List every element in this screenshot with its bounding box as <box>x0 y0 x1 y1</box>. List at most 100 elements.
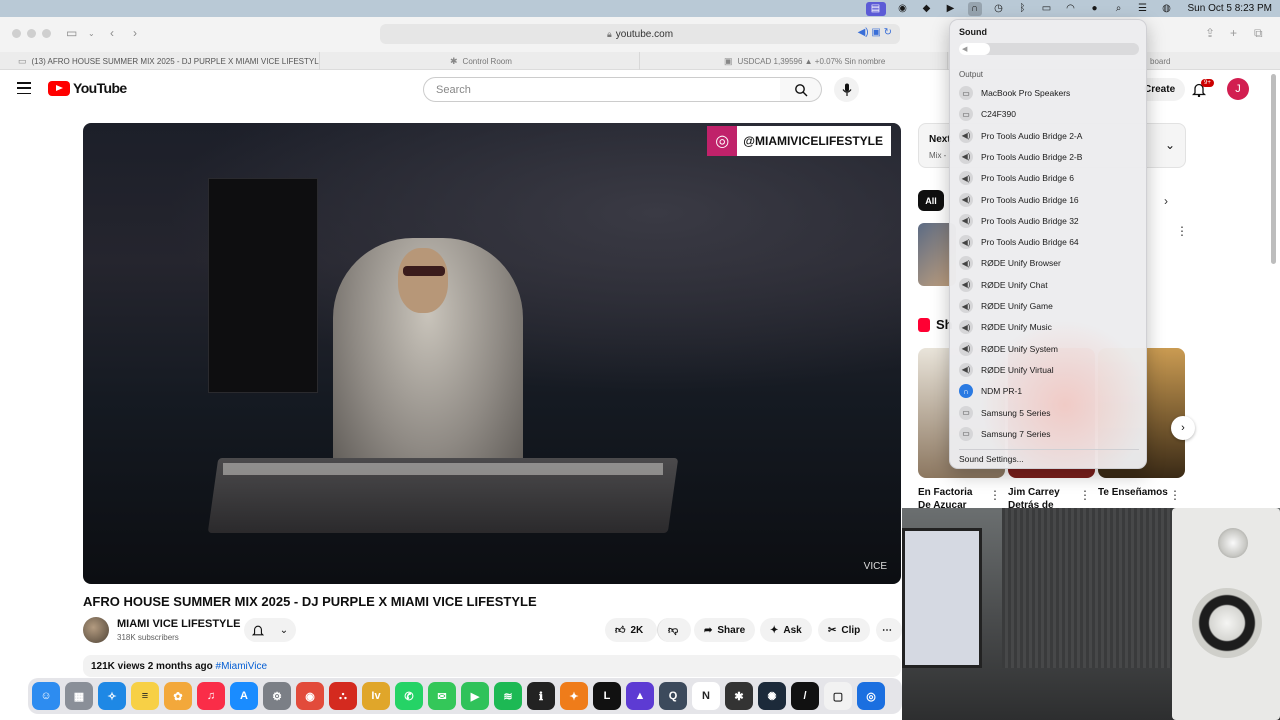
dock-fl-studio-icon[interactable]: ✦ <box>560 682 588 710</box>
voice-search-button[interactable] <box>834 77 859 102</box>
dock-calendar-icon[interactable]: ▢ <box>824 682 852 710</box>
vpn-icon[interactable]: ◆ <box>920 2 934 16</box>
chip-all[interactable]: All <box>918 190 944 211</box>
dock-iv-icon[interactable]: Iv <box>362 682 390 710</box>
tab-board[interactable]: board <box>1148 52 1280 70</box>
dock-avid-icon[interactable]: ▲ <box>626 682 654 710</box>
short-title[interactable]: Te Enseñamos <box>1098 486 1168 499</box>
play-icon[interactable]: ▶ <box>944 2 958 16</box>
forward-arrow-icon[interactable]: › <box>133 26 137 40</box>
share-icon[interactable]: ⇪ <box>1205 26 1215 40</box>
time-machine-icon[interactable]: ◷ <box>992 2 1006 16</box>
dock-chrome-icon[interactable]: ◉ <box>296 682 324 710</box>
channel-avatar[interactable] <box>83 617 109 643</box>
output-device-item[interactable]: ▭ Samsung 5 Series <box>959 404 1139 422</box>
dock-facetime-icon[interactable]: ▶ <box>461 682 489 710</box>
dock-quicktime-icon[interactable]: Q <box>659 682 687 710</box>
output-device-item[interactable]: ◀︎) RØDE Unify Game <box>959 297 1139 315</box>
address-bar[interactable]: 🔒︎ youtube.com ◀︎) ▣ ↻ <box>380 24 900 44</box>
dock-live-icon[interactable]: L <box>593 682 621 710</box>
output-device-item[interactable]: ◀︎) Pro Tools Audio Bridge 6 <box>959 169 1139 187</box>
shorts-next-button[interactable]: › <box>1171 416 1195 440</box>
sidebar-toggle-icon[interactable]: ▭ <box>66 26 77 40</box>
more-vert-icon[interactable]: ⋮ <box>1079 488 1091 502</box>
more-actions-button[interactable]: ⋯ <box>876 618 902 642</box>
sound-settings-item[interactable]: Sound Settings... <box>959 454 1024 464</box>
tab-usdcad[interactable]: ▣ USDCAD 1,39596 ▲ +0.07% Sin nombre <box>640 52 948 70</box>
video-description-box[interactable]: 121K views 2 months ago #MiamiVice <box>83 655 901 677</box>
output-device-item[interactable]: ◀︎) Pro Tools Audio Bridge 64 <box>959 233 1139 251</box>
dock-notes-icon[interactable]: ≡ <box>131 682 159 710</box>
battery-icon[interactable]: ▭ <box>1040 2 1054 16</box>
siri-icon[interactable]: ◍ <box>1160 2 1174 16</box>
share-button[interactable]: ➦ Share <box>694 618 756 642</box>
dock-app-store-icon[interactable]: A <box>230 682 258 710</box>
dock-blue-app-icon[interactable]: ◎ <box>857 682 885 710</box>
channel-watermark[interactable]: VICE <box>864 561 887 572</box>
dock-launchpad-icon[interactable]: ▦ <box>65 682 93 710</box>
chevron-right-icon[interactable]: › <box>1164 194 1168 208</box>
dock-messages-icon[interactable]: ✉ <box>428 682 456 710</box>
dock-slash-app-icon[interactable]: / <box>791 682 819 710</box>
dock-acrobat-icon[interactable]: ⛬ <box>329 682 357 710</box>
spotlight-search-icon[interactable]: ⌕ <box>1112 2 1126 16</box>
dislike-button[interactable]: 👎︎ <box>657 618 691 642</box>
menu-clock[interactable]: Sun Oct 5 8:23 PM <box>1188 3 1273 14</box>
output-device-item[interactable]: ◀︎) RØDE Unify Virtual <box>959 361 1139 379</box>
more-vert-icon[interactable]: ⋮ <box>1176 224 1188 238</box>
dock-network-app-icon[interactable]: ✺ <box>758 682 786 710</box>
dock-music-icon[interactable]: ♫ <box>197 682 225 710</box>
tab-control-room[interactable]: ✱ Control Room <box>320 52 640 70</box>
chevron-down-icon[interactable]: ⌄ <box>1165 138 1175 152</box>
output-device-item[interactable]: ▭ Samsung 7 Series <box>959 425 1139 443</box>
dock-system-settings-icon[interactable]: ⚙ <box>263 682 291 710</box>
screen-record-icon[interactable]: ◉ <box>896 2 910 16</box>
output-device-item[interactable]: ◀︎) Pro Tools Audio Bridge 2-B <box>959 148 1139 166</box>
search-button[interactable] <box>780 77 822 102</box>
more-vert-icon[interactable]: ⋮ <box>1169 488 1181 502</box>
app-status-icon[interactable]: ▤ <box>865 1 886 16</box>
hashtag-link[interactable]: #MiamiVice <box>216 661 268 672</box>
account-avatar[interactable]: J <box>1227 78 1249 100</box>
output-device-item[interactable]: ◀︎) RØDE Unify Music <box>959 318 1139 336</box>
new-tab-icon[interactable]: + <box>1230 26 1237 40</box>
more-vert-icon[interactable]: ⋮ <box>989 488 1001 502</box>
control-center-icon[interactable]: ☰ <box>1136 2 1150 16</box>
menu-icon[interactable] <box>17 82 31 94</box>
tab-audio-icon[interactable]: ◀︎) ▣ ↻ <box>858 27 892 38</box>
close-window-button[interactable] <box>12 29 21 38</box>
dock-plugin-app-icon[interactable]: ✱ <box>725 682 753 710</box>
video-player[interactable]: ◎ @MIAMIVICELIFESTYLE VICE <box>83 123 901 584</box>
dock-photos-icon[interactable]: ✿ <box>164 682 192 710</box>
back-arrow-icon[interactable]: ‹ <box>110 26 114 40</box>
clip-button[interactable]: ✂ Clip <box>818 618 871 642</box>
dock-whatsapp-icon[interactable]: ✆ <box>395 682 423 710</box>
page-scrollbar[interactable] <box>1271 74 1276 264</box>
ask-button[interactable]: ✦ Ask <box>760 618 812 642</box>
youtube-logo[interactable]: YouTube <box>48 80 127 96</box>
minimize-window-button[interactable] <box>27 29 36 38</box>
output-device-item[interactable]: ◀︎) Pro Tools Audio Bridge 16 <box>959 191 1139 209</box>
dock-safari-icon[interactable]: ✧ <box>98 682 126 710</box>
tab-youtube[interactable]: ▭ (13) AFRO HOUSE SUMMER MIX 2025 - DJ P… <box>0 52 320 70</box>
zoom-window-button[interactable] <box>42 29 51 38</box>
volume-slider[interactable]: ◀︎ <box>959 43 1139 55</box>
headphones-icon[interactable]: ∩ <box>967 1 982 16</box>
tab-overview-icon[interactable]: ⧉ <box>1254 26 1263 41</box>
dock-ilok-icon[interactable]: ℹ <box>527 682 555 710</box>
output-device-item[interactable]: ◀︎) RØDE Unify System <box>959 340 1139 358</box>
search-input[interactable]: Search <box>423 77 781 102</box>
output-device-item[interactable]: ◀︎) RØDE Unify Chat <box>959 276 1139 294</box>
dock-spotify-icon[interactable]: ≋ <box>494 682 522 710</box>
subscription-bell-button[interactable]: ⌄ <box>244 618 296 642</box>
chevron-down-icon[interactable]: ⌄ <box>88 29 95 38</box>
channel-name[interactable]: MIAMI VICE LIFESTYLE <box>117 618 240 630</box>
dock-notion-icon[interactable]: N <box>692 682 720 710</box>
dock-finder-icon[interactable]: ☺ <box>32 682 60 710</box>
output-device-item[interactable]: ◀︎) Pro Tools Audio Bridge 32 <box>959 212 1139 230</box>
bluetooth-icon[interactable]: ᛒ <box>1016 2 1030 16</box>
wifi-icon[interactable]: ◠ <box>1064 2 1078 16</box>
output-device-item[interactable]: ▭ C24F390 <box>959 105 1139 123</box>
user-icon[interactable]: ● <box>1088 2 1102 16</box>
output-device-item[interactable]: ◀︎) RØDE Unify Browser <box>959 254 1139 272</box>
